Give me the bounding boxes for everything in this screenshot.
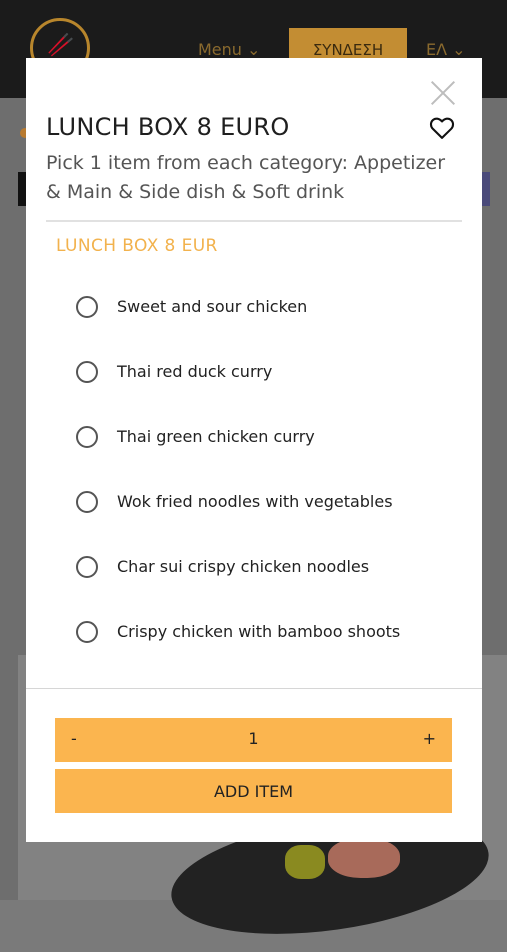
quantity-stepper: - 1 + (55, 718, 452, 762)
option-label: Wok fried noodles with vegetables (117, 492, 393, 511)
option-item[interactable]: Sweet and sour chicken (46, 274, 462, 339)
radio-button[interactable] (76, 360, 98, 383)
food-image (328, 838, 400, 878)
option-item[interactable]: Wok fried noodles with vegetables (46, 469, 462, 534)
quantity-value: 1 (248, 729, 259, 748)
modal-title: LUNCH BOX 8 EURO (46, 113, 290, 141)
option-label: Thai red duck curry (117, 362, 273, 381)
options-list: Sweet and sour chicken Thai red duck cur… (46, 274, 462, 686)
option-item[interactable]: Thai red duck curry (46, 339, 462, 404)
increase-button[interactable]: + (423, 729, 436, 748)
option-item[interactable]: Char sui crispy chicken noodles (46, 534, 462, 599)
heart-icon[interactable] (428, 114, 456, 142)
option-label: Char sui crispy chicken noodles (117, 557, 370, 576)
radio-button[interactable] (76, 490, 98, 513)
option-label: Thai green chicken curry (117, 427, 315, 446)
radio-button[interactable] (76, 685, 98, 686)
option-label: Sweet and sour chicken (117, 297, 308, 316)
add-item-button[interactable]: ADD ITEM (55, 769, 452, 813)
chopsticks-icon: 🥢 (47, 33, 75, 58)
option-label: Crispy chicken with bamboo shoots (117, 622, 401, 641)
radio-button[interactable] (76, 295, 98, 318)
modal-description: Pick 1 item from each category: Appetize… (46, 152, 446, 203)
nav-menu-dropdown[interactable]: Menu ⌄ (198, 40, 260, 59)
item-modal: LUNCH BOX 8 EURO Pick 1 item from each c… (26, 58, 482, 842)
footer-divider (26, 688, 482, 689)
divider (46, 220, 462, 222)
radio-button[interactable] (76, 555, 98, 578)
food-image (285, 845, 325, 879)
language-dropdown[interactable]: ΕΛ ⌄ (426, 40, 466, 59)
close-icon[interactable] (430, 80, 456, 106)
option-item[interactable]: Crispy chicken with bamboo shoots (46, 599, 462, 664)
option-item[interactable] (46, 664, 462, 686)
section-title: LUNCH BOX 8 EUR (56, 236, 218, 256)
option-item[interactable]: Thai green chicken curry (46, 404, 462, 469)
radio-button[interactable] (76, 425, 98, 448)
radio-button[interactable] (76, 620, 98, 643)
